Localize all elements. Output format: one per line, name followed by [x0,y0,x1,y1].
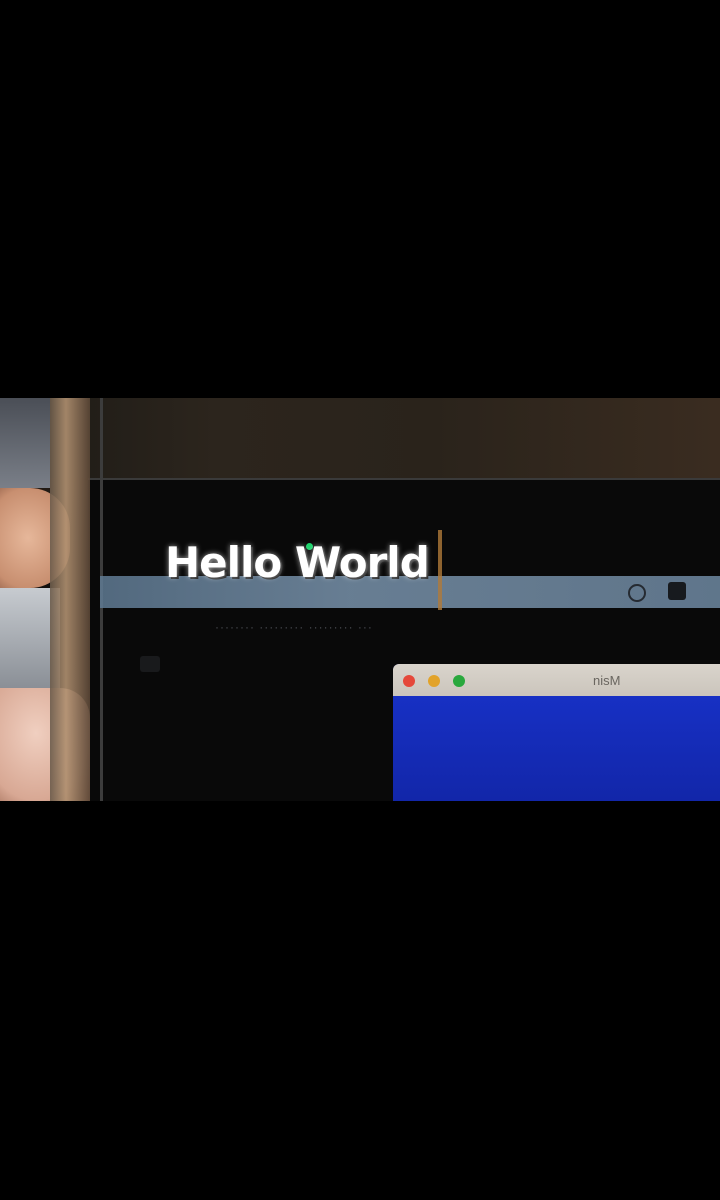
clock-icon[interactable] [628,584,646,602]
app-window[interactable]: nisM [393,664,720,801]
faded-subtitle: ········ ········· ········· ··· [215,620,373,634]
maximize-button[interactable] [453,675,465,687]
photo-frame: Hello World ········ ········· ·········… [0,398,720,801]
background-wall [0,398,720,478]
text-caret [438,530,442,610]
phone-edge [50,398,90,801]
app-icon[interactable] [140,656,160,672]
hello-world-text: Hello World [165,538,430,587]
window-titlebar[interactable]: nisM [393,664,720,696]
fabric-background [0,398,50,488]
control-center-icon[interactable] [668,582,686,600]
window-title: nisM [593,673,621,688]
close-button[interactable] [403,675,415,687]
window-content[interactable] [393,696,720,801]
minimize-button[interactable] [428,675,440,687]
